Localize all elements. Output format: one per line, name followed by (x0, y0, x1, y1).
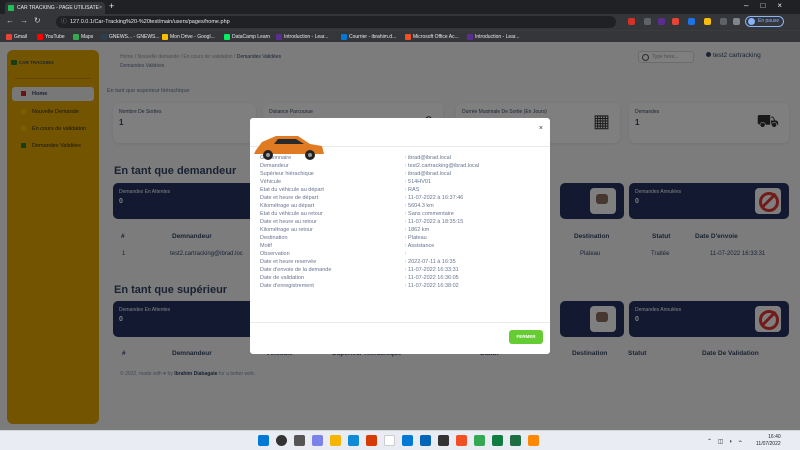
back-icon[interactable]: ← (6, 16, 14, 25)
teams-icon[interactable] (312, 435, 323, 446)
edge-icon[interactable] (348, 435, 359, 446)
detail-row: Kilométrage au départ: 5604.3 km (260, 203, 434, 209)
search-icon[interactable] (276, 435, 287, 446)
microsoft-icon (405, 34, 411, 40)
browser-tab-strip: CAR TRACKING - PAGE UTILISATE × + –□× (0, 0, 800, 14)
window-controls[interactable]: –□× (744, 1, 794, 10)
learn-icon (276, 34, 282, 40)
web-page: CAR TRACKING Home Nouvelle Demande En co… (0, 42, 800, 430)
detail-row: Date de validation: 11-07-2022 16:36:05 (260, 275, 459, 281)
gmail-icon (6, 34, 12, 40)
detail-row: Motif: Assistance (260, 243, 435, 249)
file-explorer-icon[interactable] (330, 435, 341, 446)
extension-icon[interactable] (688, 18, 695, 25)
extension-icon[interactable] (644, 18, 651, 25)
detail-row: Date et heure de départ: 11-07-2022 à 16… (260, 195, 464, 201)
avatar (748, 18, 755, 25)
bookmarks-bar: Gmail YouTube Maps GNEWS... - GNEWS... M… (0, 30, 800, 42)
word-icon[interactable] (402, 435, 413, 446)
detail-row: Date d'enregistrement: 11-07-2022 16:38:… (260, 283, 459, 289)
divider (250, 322, 550, 323)
app-icon[interactable] (438, 435, 449, 446)
forward-icon[interactable]: → (20, 16, 28, 25)
taskbar: ⌃ ◫ ◗ ⌁ 16:40 11/07/2022 (0, 430, 800, 450)
extension-icon[interactable] (628, 18, 635, 25)
datacamp-icon (224, 34, 230, 40)
extension-icon[interactable] (658, 18, 665, 25)
gnews-icon (101, 34, 107, 40)
extension-icon[interactable] (672, 18, 679, 25)
detail-row: Véhicule: 514HV01 (260, 179, 431, 185)
profile-button[interactable]: En pause (745, 16, 785, 27)
detail-row: Etat du véhicule au départ: RAS (260, 187, 420, 193)
bookmark-item[interactable]: Microsoft Office Ac... (405, 32, 459, 42)
detail-row: Date d'envoie de la demande: 11-07-2022 … (260, 267, 459, 273)
chrome-icon[interactable] (384, 435, 395, 446)
outlook-icon (341, 34, 347, 40)
tab-close-icon[interactable]: × (99, 2, 102, 14)
info-icon[interactable]: ⓘ (61, 16, 67, 28)
reload-icon[interactable]: ↻ (34, 16, 41, 25)
extensions-puzzle-icon[interactable] (720, 18, 727, 25)
bookmark-item[interactable]: Maps (73, 32, 93, 42)
close-button[interactable]: FERMER (509, 330, 543, 344)
detail-row: Destination: Plateau (260, 235, 427, 241)
maps-icon (73, 34, 79, 40)
new-tab-button[interactable]: + (109, 1, 114, 11)
detail-row: Etat du véhicule au retour: Sans comment… (260, 211, 454, 217)
bookmark-item[interactable]: Mon Drive - Googl... (162, 32, 215, 42)
excel-icon[interactable] (510, 435, 521, 446)
profile-label: En pause (758, 18, 780, 24)
bookmark-item[interactable]: Introduction - Lear... (467, 32, 519, 42)
detail-row: Date et heure au retour: 11-07-2022 à 18… (260, 219, 464, 225)
task-view-icon[interactable] (294, 435, 305, 446)
drive-icon (162, 34, 168, 40)
extension-icon[interactable] (704, 18, 711, 25)
vscode-icon[interactable] (492, 435, 503, 446)
drive-icon[interactable] (474, 435, 485, 446)
address-bar-row: ← → ↻ ⓘ 127.0.0.1/Car-Tracking%20-%20tes… (0, 14, 800, 30)
close-icon[interactable]: × (539, 125, 543, 132)
detail-row: Kilométrage au retour: 1862 km (260, 227, 430, 233)
youtube-icon (37, 34, 43, 40)
detail-row: Supérieur hiérachique: ibrad@ibrad.local (260, 171, 451, 177)
detail-row: Observation: (260, 251, 407, 257)
windows-start-icon[interactable] (258, 435, 269, 446)
bookmark-item[interactable]: Courrier - ibrahim.d... (341, 32, 396, 42)
detail-row: Demandeur: test2.cartracking@ibrad.local (260, 163, 480, 169)
car-icon (254, 136, 324, 160)
tab-title: CAR TRACKING - PAGE UTILISATE (17, 5, 99, 11)
app-icon[interactable] (456, 435, 467, 446)
bookmark-item[interactable]: DataCamp Learn (224, 32, 270, 42)
bookmark-item[interactable]: GNEWS... - GNEWS... (101, 32, 160, 42)
sidebar-toggle-icon[interactable] (733, 18, 740, 25)
bookmark-item[interactable]: Gmail (6, 32, 27, 42)
detail-row: Date et heure reservée: 2022-07-11 à 16:… (260, 259, 456, 265)
url-text: 127.0.0.1/Car-Tracking%20-%20test/main/u… (70, 19, 230, 25)
system-tray[interactable]: ⌃ ◫ ◗ ⌁ (707, 438, 744, 445)
outlook-icon[interactable] (420, 435, 431, 446)
url-input[interactable]: ⓘ 127.0.0.1/Car-Tracking%20-%20test/main… (56, 16, 616, 28)
browser-tab[interactable]: CAR TRACKING - PAGE UTILISATE × (5, 2, 105, 14)
sublime-icon[interactable] (528, 435, 539, 446)
clock[interactable]: 16:40 11/07/2022 (756, 434, 781, 448)
bookmark-item[interactable]: YouTube (37, 32, 65, 42)
learn-icon (467, 34, 473, 40)
office-icon[interactable] (366, 435, 377, 446)
bookmark-item[interactable]: Introduction - Lear... (276, 32, 328, 42)
tab-favicon-icon (8, 5, 14, 11)
